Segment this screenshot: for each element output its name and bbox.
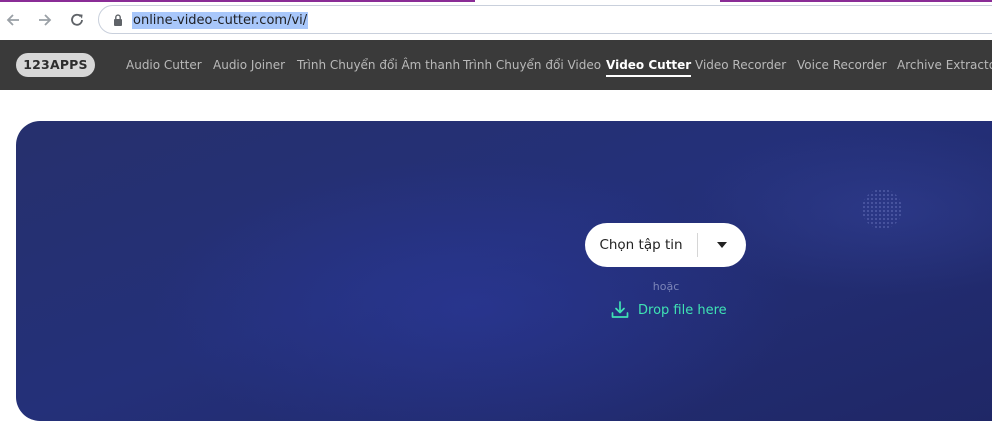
site-logo[interactable]: 123APPS	[16, 53, 95, 77]
back-icon	[6, 14, 19, 26]
reload-button[interactable]	[66, 9, 88, 31]
forward-button[interactable]	[34, 9, 56, 31]
download-icon	[611, 301, 629, 318]
back-button[interactable]	[2, 9, 24, 31]
reload-icon	[71, 13, 83, 26]
forward-icon	[39, 14, 52, 26]
nav-item-video-converter[interactable]: Trình Chuyển đổi Video	[463, 56, 601, 74]
nav-item-audio-joiner[interactable]: Audio Joiner	[213, 56, 285, 74]
lock-icon	[114, 14, 122, 26]
choose-file-button-group: Chọn tập tin	[585, 223, 746, 267]
tab-strip-accent	[720, 0, 992, 2]
file-drop-zone[interactable]: Chọn tập tin hoặc Drop file here	[16, 121, 992, 421]
nav-item-label: Video Cutter	[606, 58, 692, 72]
address-bar[interactable]: online-video-cutter.com/vi/	[98, 5, 992, 34]
nav-item-audio-cutter[interactable]: Audio Cutter	[126, 56, 202, 74]
url-text[interactable]: online-video-cutter.com/vi/	[132, 12, 309, 29]
active-nav-underline	[606, 75, 692, 77]
nav-item-voice-recorder[interactable]: Voice Recorder	[797, 56, 887, 74]
drop-file-hint: Drop file here	[610, 299, 727, 321]
nav-item-video-recorder[interactable]: Video Recorder	[695, 56, 786, 74]
caret-down-icon	[717, 242, 727, 248]
or-separator-text: hoặc	[652, 280, 680, 293]
tab-strip-accent	[0, 0, 475, 2]
file-source-dropdown-button[interactable]	[698, 223, 746, 267]
site-navbar: 123APPS Audio Cutter Audio Joiner Trình …	[0, 40, 992, 90]
decorative-dot-pattern	[862, 189, 902, 229]
drop-file-label: Drop file here	[638, 302, 727, 318]
choose-file-button[interactable]: Chọn tập tin	[585, 223, 697, 267]
nav-item-audio-converter[interactable]: Trình Chuyển đổi Âm thanh	[297, 56, 460, 74]
nav-item-video-cutter[interactable]: Video Cutter	[606, 56, 692, 77]
browser-toolbar: online-video-cutter.com/vi/	[0, 0, 992, 40]
nav-item-archive-extractor[interactable]: Archive Extractor	[897, 56, 992, 74]
